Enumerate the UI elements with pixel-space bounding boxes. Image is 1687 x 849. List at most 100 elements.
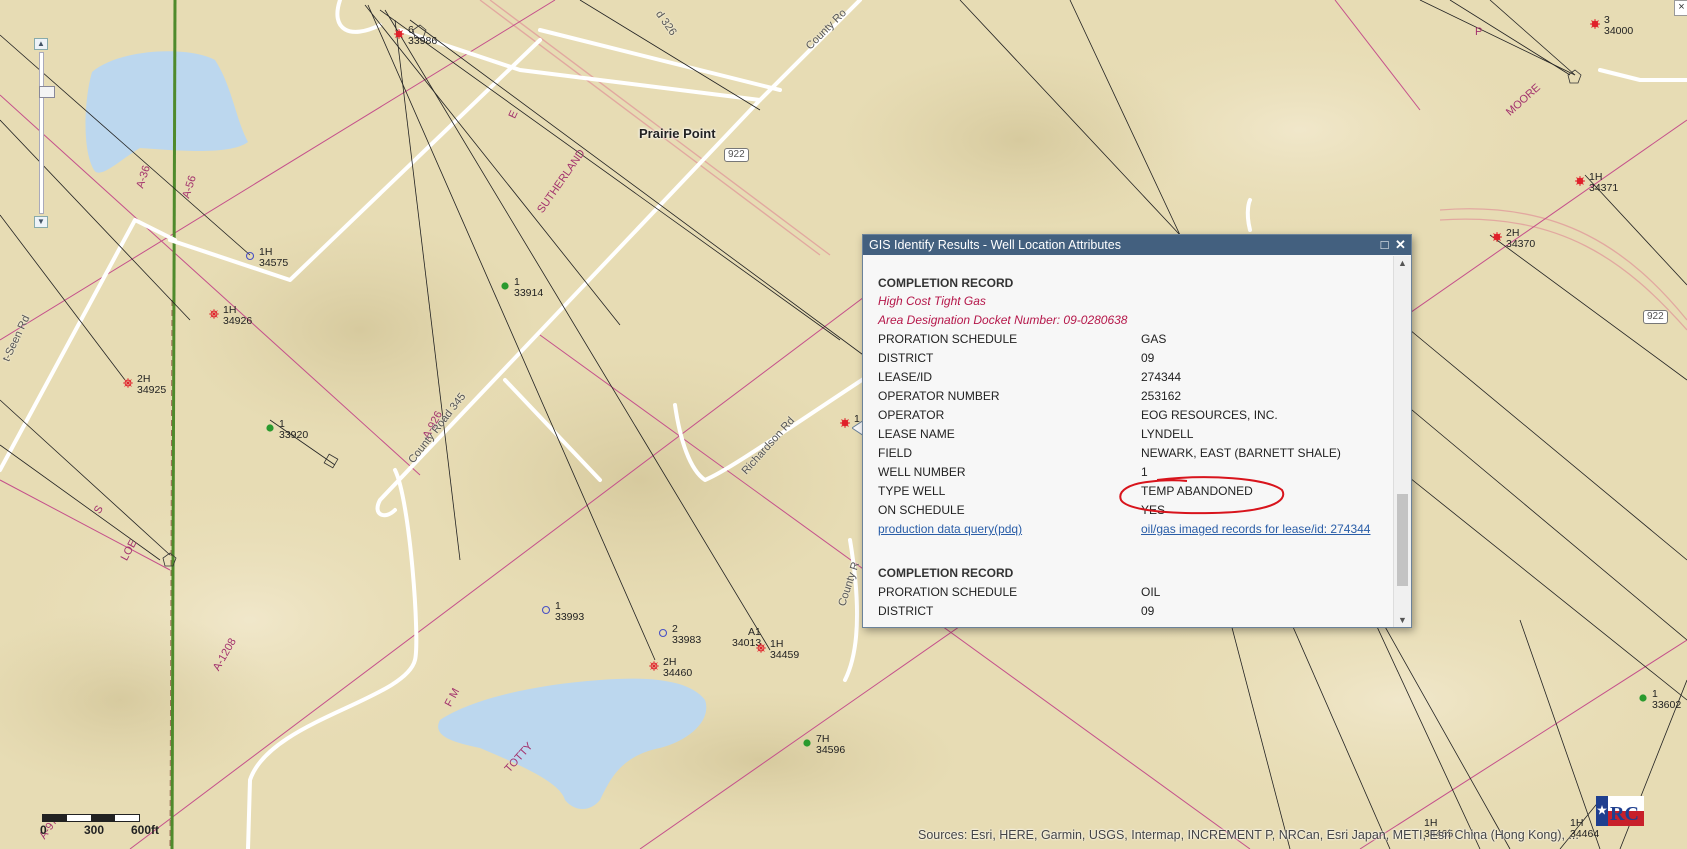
oil-well-icon: [266, 424, 274, 432]
highway-shield: 922: [1643, 310, 1668, 324]
well-marker[interactable]: 2H 34370: [1492, 228, 1536, 250]
scroll-up-icon[interactable]: ▲: [1394, 256, 1411, 270]
well-marker[interactable]: 7H 34596: [803, 734, 846, 756]
well-api: 34370: [1506, 238, 1536, 250]
well-api: 33993: [555, 611, 585, 623]
field-value: 253162: [1141, 389, 1182, 403]
well-marker[interactable]: 1 33993: [541, 601, 585, 623]
dry-hole-icon: [245, 251, 255, 261]
well-marker[interactable]: 1H 34575: [245, 247, 289, 269]
well-api: 33983: [672, 634, 702, 646]
survey-label: P: [1475, 26, 1483, 38]
permitted-well-icon: [840, 418, 850, 428]
field-value: GAS: [1141, 332, 1167, 346]
record-heading: COMPLETION RECORD: [878, 566, 1014, 580]
popup-title: GIS Identify Results - Well Location Att…: [869, 238, 1121, 252]
dry-hole-icon: [658, 628, 668, 638]
zoom-thumb[interactable]: [39, 86, 55, 98]
well-api: 34371: [1589, 182, 1619, 194]
field-value: OIL: [1141, 585, 1161, 599]
map-view[interactable]: Prairie Point A-36 A-56 E SUTHERLAND A-9…: [0, 0, 1687, 849]
well-marker[interactable]: 1H 34459: [756, 639, 800, 661]
well-api: 34926: [223, 315, 253, 327]
field-label: PRORATION SCHEDULE: [878, 332, 1018, 346]
well-api: 34925: [137, 384, 167, 396]
permitted-well-icon: [1492, 232, 1502, 242]
popup-titlebar[interactable]: GIS Identify Results - Well Location Att…: [863, 235, 1411, 255]
zoom-in-button[interactable]: ▲: [34, 38, 48, 50]
permitted-well-icon: [394, 29, 404, 39]
well-api: 34575: [259, 257, 289, 269]
field-value: 09: [1141, 351, 1155, 365]
rrc-logo: RC: [1596, 796, 1644, 826]
zoom-out-button[interactable]: ▼: [34, 216, 48, 228]
well-api: 34460: [663, 667, 693, 679]
well-marker[interactable]: 1 33602: [1639, 689, 1682, 711]
record-heading: COMPLETION RECORD: [878, 276, 1014, 290]
field-value: NEWARK, EAST (BARNETT SHALE): [1141, 446, 1341, 460]
dry-hole-icon: [541, 605, 551, 615]
field-value: LYNDELL: [1141, 427, 1194, 441]
well-api: 34596: [816, 744, 846, 756]
scale-bar-graphic: [42, 814, 140, 822]
field-label: PRORATION SCHEDULE: [878, 585, 1018, 599]
permitted-well-icon: [1575, 176, 1585, 186]
well-marker[interactable]: 6 33986: [394, 25, 438, 47]
annotation-circle: [1119, 476, 1285, 515]
well-api: 33986: [408, 35, 438, 47]
well-marker[interactable]: 1H 34926: [209, 305, 253, 327]
field-label: WELL NUMBER: [878, 465, 966, 479]
well-api: 34459: [770, 649, 800, 661]
oil-well-icon: [1639, 694, 1647, 702]
field-label: OPERATOR: [878, 408, 945, 422]
field-label: ON SCHEDULE: [878, 503, 965, 517]
svg-text:RC: RC: [1610, 803, 1639, 825]
close-icon[interactable]: ✕: [1394, 238, 1407, 251]
well-marker[interactable]: 1 33920: [266, 419, 309, 441]
abandoned-gas-well-icon: [209, 309, 219, 319]
highway-shield: 922: [724, 148, 749, 162]
oil-well-icon: [501, 282, 509, 290]
scale-label: 600ft: [131, 823, 160, 837]
record-note: High Cost Tight Gas: [878, 294, 986, 308]
identify-results-popup[interactable]: GIS Identify Results - Well Location Att…: [862, 234, 1412, 628]
well-marker[interactable]: 2H 34460: [649, 657, 693, 679]
field-label: LEASE/ID: [878, 370, 933, 384]
zoom-slider[interactable]: ▲ ▼: [34, 38, 55, 228]
field-label: TYPE WELL: [878, 484, 946, 498]
scroll-thumb[interactable]: [1397, 494, 1408, 586]
field-value: 09: [1141, 604, 1155, 618]
permitted-well-icon: [1590, 19, 1600, 29]
well-marker[interactable]: 1H 34371: [1575, 172, 1619, 194]
well-marker[interactable]: 2H 34925: [123, 374, 167, 396]
well-marker[interactable]: 3 34000: [1590, 15, 1633, 37]
abandoned-gas-well-icon: [649, 661, 659, 671]
scale-label: 300: [84, 823, 105, 837]
well-api: 33920: [279, 429, 309, 441]
zoom-track[interactable]: [39, 52, 55, 214]
well-marker[interactable]: 1 33914: [501, 277, 544, 299]
field-label: FIELD: [878, 446, 913, 460]
field-value: 274344: [1141, 370, 1182, 384]
scroll-down-icon[interactable]: ▼: [1394, 613, 1411, 627]
field-value: EOG RESOURCES, INC.: [1141, 408, 1278, 422]
abandoned-gas-well-icon: [123, 378, 133, 388]
production-data-query-link[interactable]: production data query(pdq): [878, 522, 1022, 536]
well-api: 33602: [1652, 699, 1682, 711]
popup-scrollbar[interactable]: ▲ ▼: [1393, 256, 1411, 627]
place-label-prairie-point: Prairie Point: [639, 126, 716, 141]
field-label: DISTRICT: [878, 351, 934, 365]
field-label: LEASE NAME: [878, 427, 955, 441]
well-api: 33914: [514, 287, 544, 299]
close-icon[interactable]: ×: [1674, 0, 1687, 16]
maximize-icon[interactable]: □: [1378, 238, 1391, 251]
field-label: OPERATOR NUMBER: [878, 389, 1000, 403]
field-label: DISTRICT: [878, 604, 934, 618]
imaged-records-link[interactable]: oil/gas imaged records for lease/id: 274…: [1141, 522, 1370, 536]
abandoned-gas-well-icon: [756, 643, 766, 653]
well-marker[interactable]: 2 33983: [658, 624, 702, 646]
map-attribution: Sources: Esri, HERE, Garmin, USGS, Inter…: [918, 828, 1579, 842]
oil-well-icon: [803, 739, 811, 747]
scale-label: 0: [40, 823, 47, 837]
popup-content: COMPLETION RECORD High Cost Tight Gas Ar…: [863, 256, 1393, 627]
